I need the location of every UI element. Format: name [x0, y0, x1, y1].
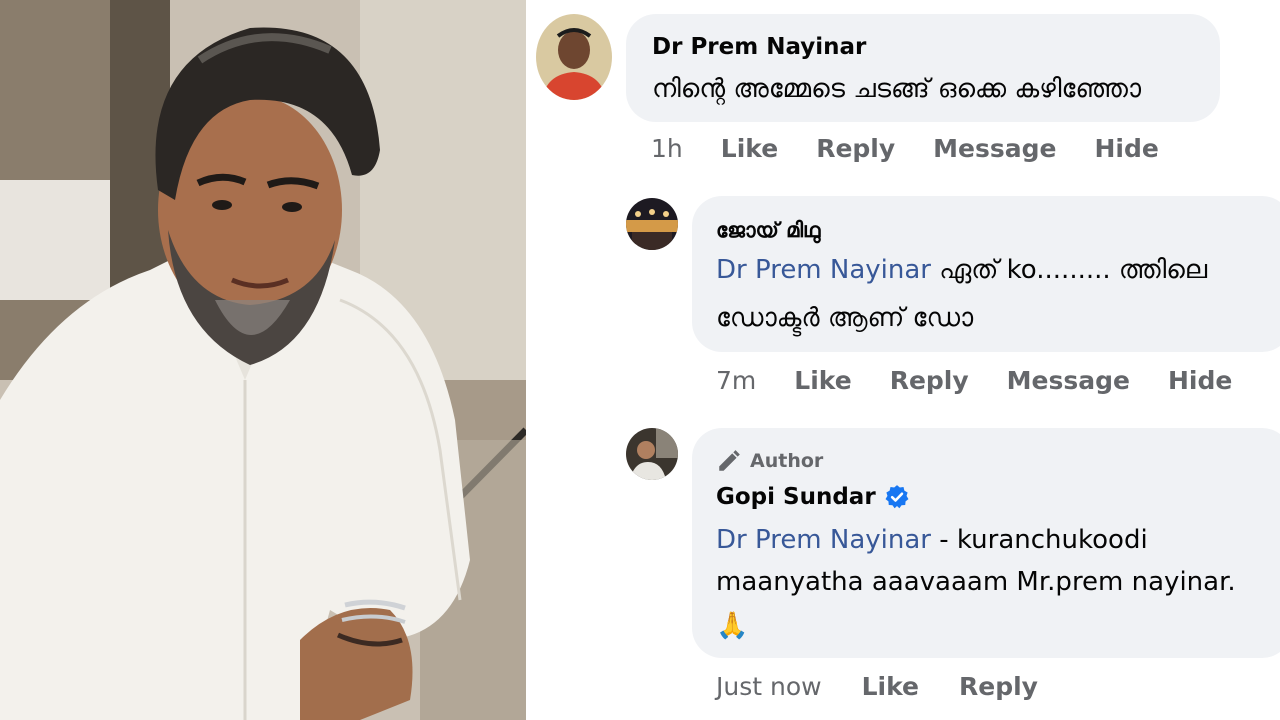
reply-time[interactable]: 7m	[716, 366, 756, 395]
hide-button[interactable]: Hide	[1094, 134, 1158, 163]
like-button[interactable]: Like	[794, 366, 851, 395]
author-text-line3: 🙏	[716, 611, 749, 641]
comments-thread: Dr Prem Nayinar നിന്റെ അമ്മേടെ ചടങ്ങ് ഒക…	[526, 0, 1280, 720]
author-name[interactable]: Gopi Sundar	[716, 484, 910, 510]
mention-link[interactable]: Dr Prem Nayinar	[716, 255, 931, 285]
reply-text-line1: Dr Prem Nayinar ഏത് ko......... ത്തിലെ	[716, 246, 1207, 294]
reply-actions: 7m Like Reply Message Hide	[716, 366, 1232, 395]
verified-badge-icon	[885, 485, 909, 509]
reply-button[interactable]: Reply	[890, 366, 969, 395]
message-button[interactable]: Message	[933, 134, 1056, 163]
comment-text: നിന്റെ അമ്മേടെ ചടങ്ങ് ഒക്കെ കഴിഞ്ഞോ	[652, 74, 1142, 104]
message-button[interactable]: Message	[1007, 366, 1130, 395]
author-name-text: Gopi Sundar	[716, 484, 876, 510]
author-text-line1: Dr Prem Nayinar - kuranchukoodi	[716, 516, 1148, 564]
commenter-avatar[interactable]	[536, 14, 612, 100]
mention-link[interactable]: Dr Prem Nayinar	[716, 525, 931, 555]
author-avatar[interactable]	[626, 428, 678, 480]
reply-text: ഏത് ko......... ത്തിലെ	[931, 255, 1208, 285]
pencil-icon	[719, 450, 740, 471]
comment-actions: 1h Like Reply Message Hide	[651, 134, 1159, 163]
author-text-line2: maanyatha aaavaaam Mr.prem nayinar.	[716, 567, 1236, 597]
author-reply-time[interactable]: Just now	[716, 672, 822, 701]
author-text: - kuranchukoodi	[931, 525, 1148, 555]
reply-button[interactable]: Reply	[959, 672, 1038, 701]
reply-avatar[interactable]	[626, 198, 678, 250]
reply-button[interactable]: Reply	[816, 134, 895, 163]
author-label: Author	[750, 450, 824, 472]
author-reply-actions: Just now Like Reply	[716, 672, 1038, 701]
like-button[interactable]: Like	[862, 672, 919, 701]
reply-text-line2: ഡോക്ടർ ആണ് ഡോ	[716, 303, 974, 333]
profile-photo	[0, 0, 526, 720]
author-reply-bubble: Author Gopi Sundar Dr Prem Nayinar - kur…	[692, 428, 1280, 658]
avatar-photo-icon	[536, 14, 612, 100]
comment-time[interactable]: 1h	[651, 134, 683, 163]
man-selfie-illustration	[0, 0, 526, 720]
comment-bubble: Dr Prem Nayinar നിന്റെ അമ്മേടെ ചടങ്ങ് ഒക…	[626, 14, 1220, 122]
avatar-photo-icon	[626, 428, 678, 480]
like-button[interactable]: Like	[721, 134, 778, 163]
reply-author-name[interactable]: ജോയ് മിഥു	[716, 218, 820, 243]
avatar-photo-icon	[626, 198, 678, 250]
hide-button[interactable]: Hide	[1168, 366, 1232, 395]
reply-bubble: ജോയ് മിഥു Dr Prem Nayinar ഏത് ko........…	[692, 196, 1280, 352]
author-tag: Author	[716, 448, 823, 474]
commenter-name[interactable]: Dr Prem Nayinar	[652, 34, 866, 60]
